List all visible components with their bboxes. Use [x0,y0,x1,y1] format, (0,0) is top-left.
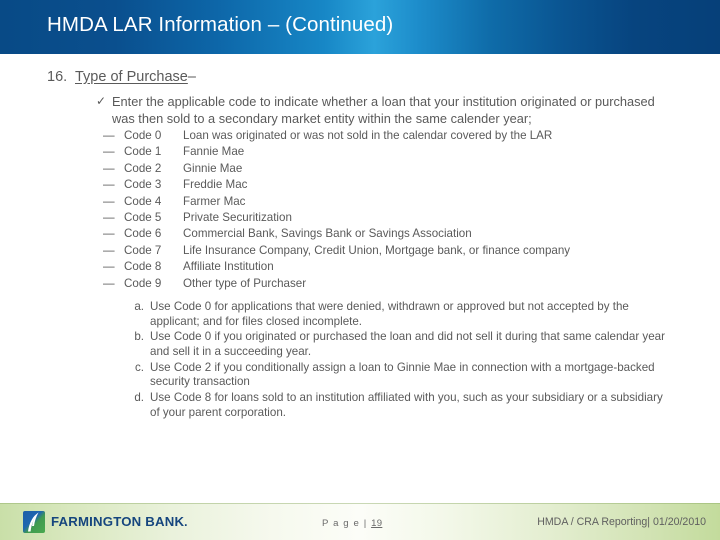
note-label: b. [134,330,144,344]
page-title: HMDA LAR Information – (Continued) [47,13,394,36]
bullet-text: Enter the applicable code to indicate wh… [112,94,655,126]
note-list: a. Use Code 0 for applications that were… [128,300,674,422]
code-desc: Ginnie Mae [183,161,243,175]
item-title-suffix: – [187,69,196,85]
list-item: — Code 5 Private Securitization [103,210,683,226]
footer-divider [0,503,720,504]
note-label: d. [134,391,144,405]
note-text: Use Code 0 for applications that were de… [150,300,629,328]
dash-icon: — [103,260,115,274]
code-desc: Private Securitization [183,210,292,224]
dash-icon: — [103,210,115,224]
slide-body: 16. Type of Purchase– ✓ Enter the applica… [0,54,720,503]
dash-icon: — [103,243,115,257]
list-item: — Code 9 Other type of Purchaser [103,276,683,292]
code-desc: Other type of Purchaser [183,276,307,290]
dash-icon: — [103,129,115,142]
slide-canvas: HMDA LAR Information – (Continued) 16. Ty… [0,0,720,540]
brand-name-mark: . [184,515,188,529]
code-desc: Life Insurance Company, Credit Union, Mo… [183,243,571,257]
item-number: 16. [47,69,68,85]
code-list: — Code 0 Loan was originated or was not so… [103,128,683,292]
code-desc: Affiliate Institution [183,260,274,274]
brand-name: FARMINGTON BANK. [51,514,188,529]
code-key: Code 7 [124,243,162,257]
code-desc: Fannie Mae [183,145,245,159]
code-desc: Freddie Mac [183,178,248,192]
page-prefix: P a g e | [322,518,368,529]
page-number: 19 [371,518,383,529]
code-key: Code 4 [124,194,162,208]
dash-icon: — [103,161,115,175]
swoosh-icon [28,512,39,532]
note-label: c. [134,360,144,374]
code-desc: Farmer Mac [183,194,246,208]
code-key: Code 9 [124,276,162,290]
code-desc: Loan was originated or was not sold in t… [183,129,553,142]
brand-logo [23,511,45,533]
list-item: — Code 6 Commercial Bank, Savings Bank or … [103,226,683,242]
page-indicator: P a g e | 19 [322,518,382,529]
footer-meta: HMDA / CRA Reporting| 01/20/2010 [537,516,706,528]
dash-icon: — [103,227,115,241]
list-item: — Code 2 Ginnie Mae [103,161,683,177]
list-item: — Code 3 Freddie Mac [103,177,683,193]
farmington-bank-logo-icon [23,511,45,533]
note-text: Use Code 0 if you originated or purchase… [150,330,665,358]
bullet-paragraph: ✓ Enter the applicable code to indicate … [96,93,656,127]
code-key: Code 8 [124,260,162,274]
list-item: d. Use Code 8 for loans sold to an insti… [128,391,674,420]
code-key: Code 1 [124,145,162,159]
brand-name-text: FARMINGTON BANK [51,514,185,529]
dash-icon: — [103,145,115,159]
item-title: Type of Purchase [75,69,188,85]
list-item: c. Use Code 2 if you conditionally assig… [128,361,674,390]
outline-item-16: 16. Type of Purchase– [47,69,687,85]
code-desc: Commercial Bank, Savings Bank or Savings… [183,227,472,241]
code-key: Code 0 [124,129,162,142]
code-key: Code 3 [124,178,162,192]
code-key: Code 5 [124,210,162,224]
note-text: Use Code 8 for loans sold to an institut… [150,391,663,419]
list-item: b. Use Code 0 if you originated or purch… [128,330,674,359]
list-item: a. Use Code 0 for applications that were… [128,300,674,329]
note-text: Use Code 2 if you conditionally assign a… [150,360,655,389]
dash-icon: — [103,178,115,192]
note-label: a. [134,300,144,313]
list-item: — Code 8 Affiliate Institution [103,259,683,275]
code-key: Code 2 [124,161,162,175]
list-item: — Code 7 Life Insurance Company, Credit Un… [103,243,683,259]
list-item: — Code 4 Farmer Mac [103,194,683,210]
check-icon: ✓ [96,94,107,108]
code-key: Code 6 [124,227,162,241]
dash-icon: — [103,194,115,208]
list-item: — Code 1 Fannie Mae [103,144,683,160]
list-item: — Code 0 Loan was originated or was not so… [103,128,683,144]
dash-icon: — [103,276,115,290]
